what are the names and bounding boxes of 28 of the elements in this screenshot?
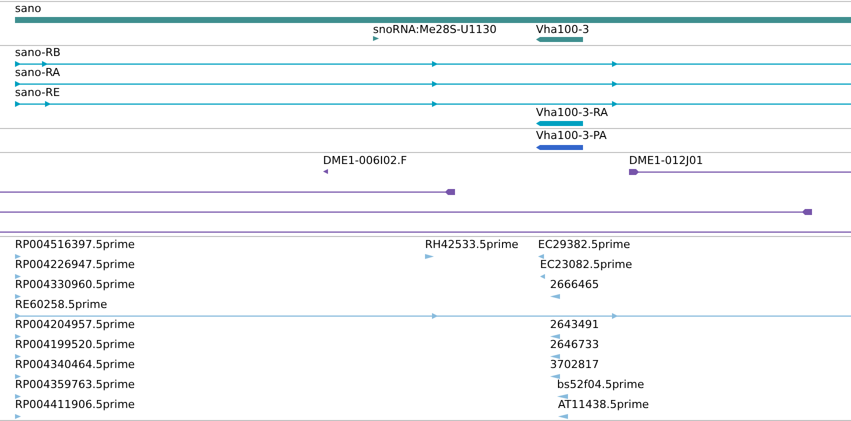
feature-label: 2643491 (550, 318, 599, 332)
feature-label: DME1-012J01 (629, 154, 704, 168)
feature-label: RP004411906.5prime (15, 398, 135, 412)
feature-label: RE60258.5prime (15, 298, 108, 312)
feature-label: RP004516397.5prime (15, 238, 135, 252)
feature-label: Vha100-3-PA (536, 129, 607, 143)
feature-label: AT11438.5prime (558, 398, 649, 412)
feature-label: RP004340464.5prime (15, 358, 135, 372)
feature-label: 3702817 (550, 358, 599, 372)
feature-label: sano-RA (15, 66, 60, 80)
feature-label: snoRNA:Me28S-U1130 (373, 23, 497, 37)
feature-label: EC29382.5prime (538, 238, 630, 252)
feature-label: 2646733 (550, 338, 599, 352)
feature-label: RP004204957.5prime (15, 318, 135, 332)
feature-label: sano (15, 2, 42, 16)
feature-label: Vha100-3 (536, 23, 590, 37)
feature-label: sano-RB (15, 46, 61, 60)
feature-label: sano-RE (15, 86, 60, 100)
feature-label: RP004330960.5prime (15, 278, 135, 292)
feature-label: Vha100-3-RA (536, 106, 608, 120)
feature-label: RH42533.5prime (425, 238, 518, 252)
feature-label: 2666465 (550, 278, 599, 292)
feature-label: RP004359763.5prime (15, 378, 135, 392)
feature-label: bs52f04.5prime (557, 378, 644, 392)
feature-label: EC23082.5prime (540, 258, 632, 272)
feature-label: DME1-006I02.F (323, 154, 407, 168)
feature-label: RP004226947.5prime (15, 258, 135, 272)
feature-label: RP004199520.5prime (15, 338, 135, 352)
